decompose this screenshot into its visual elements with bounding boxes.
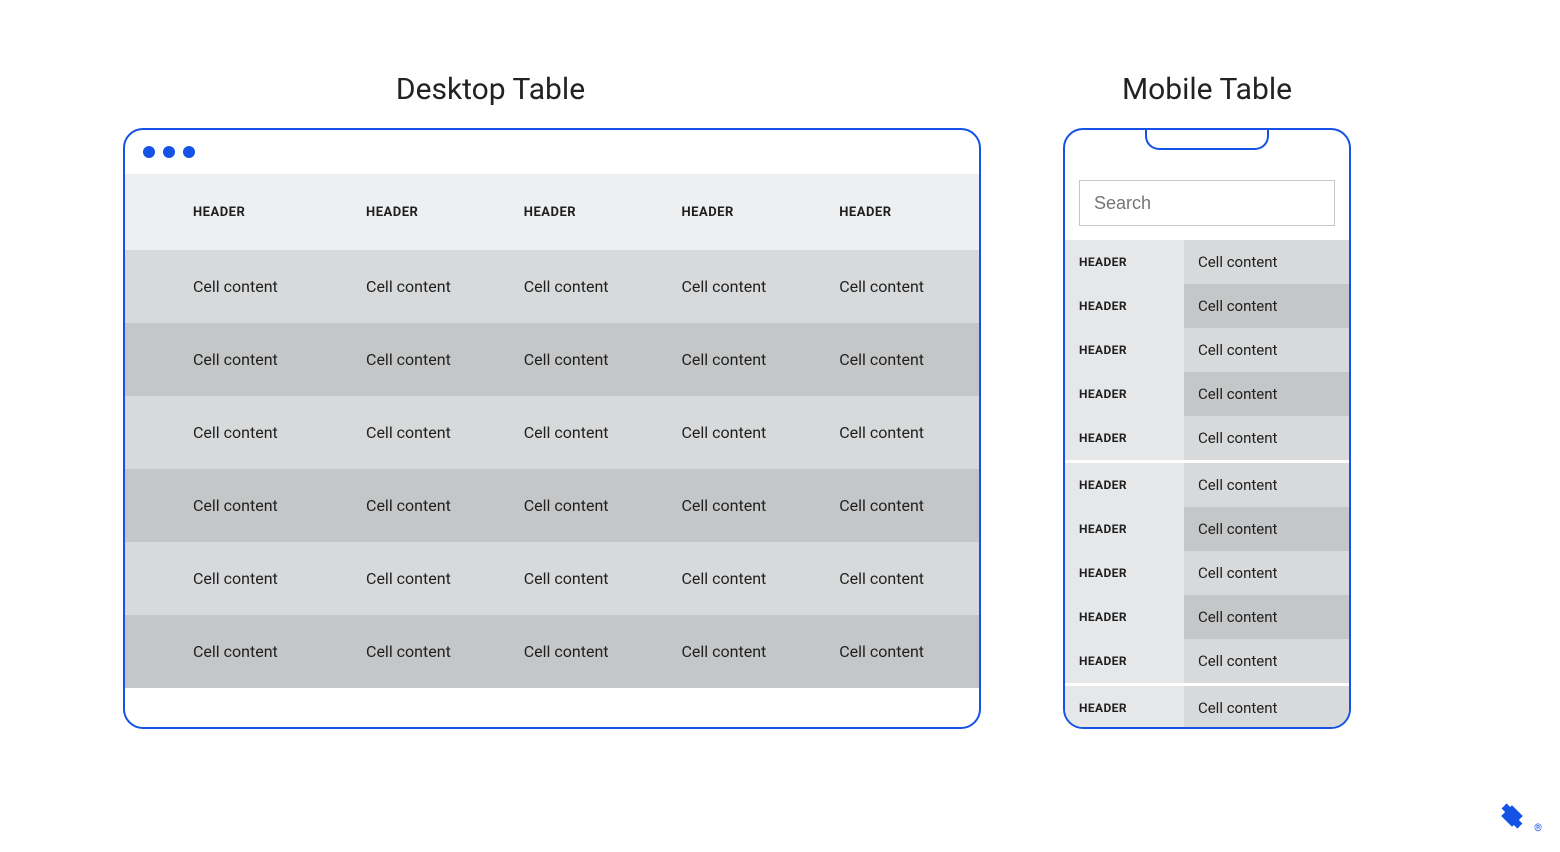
mobile-row-cell: Cell content <box>1184 507 1349 551</box>
table-row: Cell contentCell contentCell contentCell… <box>125 542 979 615</box>
table-cell: Cell content <box>348 250 506 323</box>
desktop-table: HEADER HEADER HEADER HEADER HEADER Cell … <box>125 174 979 688</box>
table-row: Cell contentCell contentCell contentCell… <box>125 250 979 323</box>
list-item: HEADERCell content <box>1065 372 1349 416</box>
mobile-row-header: HEADER <box>1065 595 1184 639</box>
list-item: HEADERCell content <box>1065 284 1349 328</box>
mobile-table: HEADERCell contentHEADERCell contentHEAD… <box>1065 240 1349 729</box>
window-controls <box>125 130 979 174</box>
table-cell: Cell content <box>821 615 979 688</box>
mobile-row-header: HEADER <box>1065 328 1184 372</box>
table-cell: Cell content <box>664 469 822 542</box>
table-cell: Cell content <box>821 469 979 542</box>
table-cell: Cell content <box>506 469 664 542</box>
mobile-row-cell: Cell content <box>1184 416 1349 460</box>
table-cell: Cell content <box>348 396 506 469</box>
mobile-device: HEADERCell contentHEADERCell contentHEAD… <box>1063 128 1351 729</box>
mobile-row-header: HEADER <box>1065 463 1184 507</box>
table-row: Cell contentCell contentCell contentCell… <box>125 396 979 469</box>
table-cell: Cell content <box>125 323 348 396</box>
table-cell: Cell content <box>506 323 664 396</box>
desktop-window: HEADER HEADER HEADER HEADER HEADER Cell … <box>123 128 981 729</box>
table-cell: Cell content <box>506 250 664 323</box>
mobile-row-cell: Cell content <box>1184 551 1349 595</box>
mobile-row-header: HEADER <box>1065 686 1184 729</box>
mobile-row-header: HEADER <box>1065 507 1184 551</box>
list-item: HEADERCell content <box>1065 328 1349 372</box>
mobile-row-header: HEADER <box>1065 372 1184 416</box>
list-item: HEADERCell content <box>1065 595 1349 639</box>
table-cell: Cell content <box>125 469 348 542</box>
table-header: HEADER <box>664 174 822 250</box>
table-cell: Cell content <box>348 615 506 688</box>
mobile-row-cell: Cell content <box>1184 284 1349 328</box>
list-item: HEADERCell content <box>1065 639 1349 683</box>
mobile-row-header: HEADER <box>1065 240 1184 284</box>
table-cell: Cell content <box>664 615 822 688</box>
table-cell: Cell content <box>125 615 348 688</box>
mobile-row-header: HEADER <box>1065 639 1184 683</box>
mobile-row-cell: Cell content <box>1184 595 1349 639</box>
mobile-title: Mobile Table <box>1047 72 1367 107</box>
table-cell: Cell content <box>348 469 506 542</box>
table-cell: Cell content <box>125 542 348 615</box>
mobile-row-cell: Cell content <box>1184 639 1349 683</box>
mobile-row-cell: Cell content <box>1184 240 1349 284</box>
table-cell: Cell content <box>125 396 348 469</box>
table-row: Cell contentCell contentCell contentCell… <box>125 615 979 688</box>
table-cell: Cell content <box>125 250 348 323</box>
toptal-logo-icon <box>1494 798 1530 834</box>
mobile-row-header: HEADER <box>1065 551 1184 595</box>
phone-notch-icon <box>1145 128 1269 150</box>
list-item: HEADERCell content <box>1065 551 1349 595</box>
table-header-row: HEADER HEADER HEADER HEADER HEADER <box>125 174 979 250</box>
desktop-title: Desktop Table <box>0 72 981 107</box>
table-cell: Cell content <box>664 542 822 615</box>
table-cell: Cell content <box>664 250 822 323</box>
table-cell: Cell content <box>821 323 979 396</box>
table-cell: Cell content <box>821 396 979 469</box>
table-cell: Cell content <box>348 542 506 615</box>
table-cell: Cell content <box>506 396 664 469</box>
table-header: HEADER <box>821 174 979 250</box>
list-item: HEADERCell content <box>1065 416 1349 460</box>
trademark-symbol: ® <box>1534 823 1542 834</box>
window-dot-icon <box>183 146 195 158</box>
mobile-row-header: HEADER <box>1065 284 1184 328</box>
table-header: HEADER <box>506 174 664 250</box>
table-row: Cell contentCell contentCell contentCell… <box>125 323 979 396</box>
table-cell: Cell content <box>506 615 664 688</box>
table-header: HEADER <box>125 174 348 250</box>
list-item: HEADERCell content <box>1065 463 1349 507</box>
table-cell: Cell content <box>664 323 822 396</box>
list-item: HEADERCell content <box>1065 240 1349 284</box>
mobile-row-cell: Cell content <box>1184 463 1349 507</box>
mobile-row-cell: Cell content <box>1184 328 1349 372</box>
table-cell: Cell content <box>506 542 664 615</box>
mobile-row-header: HEADER <box>1065 416 1184 460</box>
list-item: HEADERCell content <box>1065 507 1349 551</box>
window-dot-icon <box>163 146 175 158</box>
table-header: HEADER <box>348 174 506 250</box>
mobile-row-cell: Cell content <box>1184 372 1349 416</box>
list-item: HEADERCell content <box>1065 686 1349 729</box>
table-cell: Cell content <box>821 542 979 615</box>
search-input[interactable] <box>1079 180 1335 226</box>
table-cell: Cell content <box>821 250 979 323</box>
table-cell: Cell content <box>664 396 822 469</box>
mobile-row-cell: Cell content <box>1184 686 1349 729</box>
window-dot-icon <box>143 146 155 158</box>
table-row: Cell contentCell contentCell contentCell… <box>125 469 979 542</box>
table-cell: Cell content <box>348 323 506 396</box>
